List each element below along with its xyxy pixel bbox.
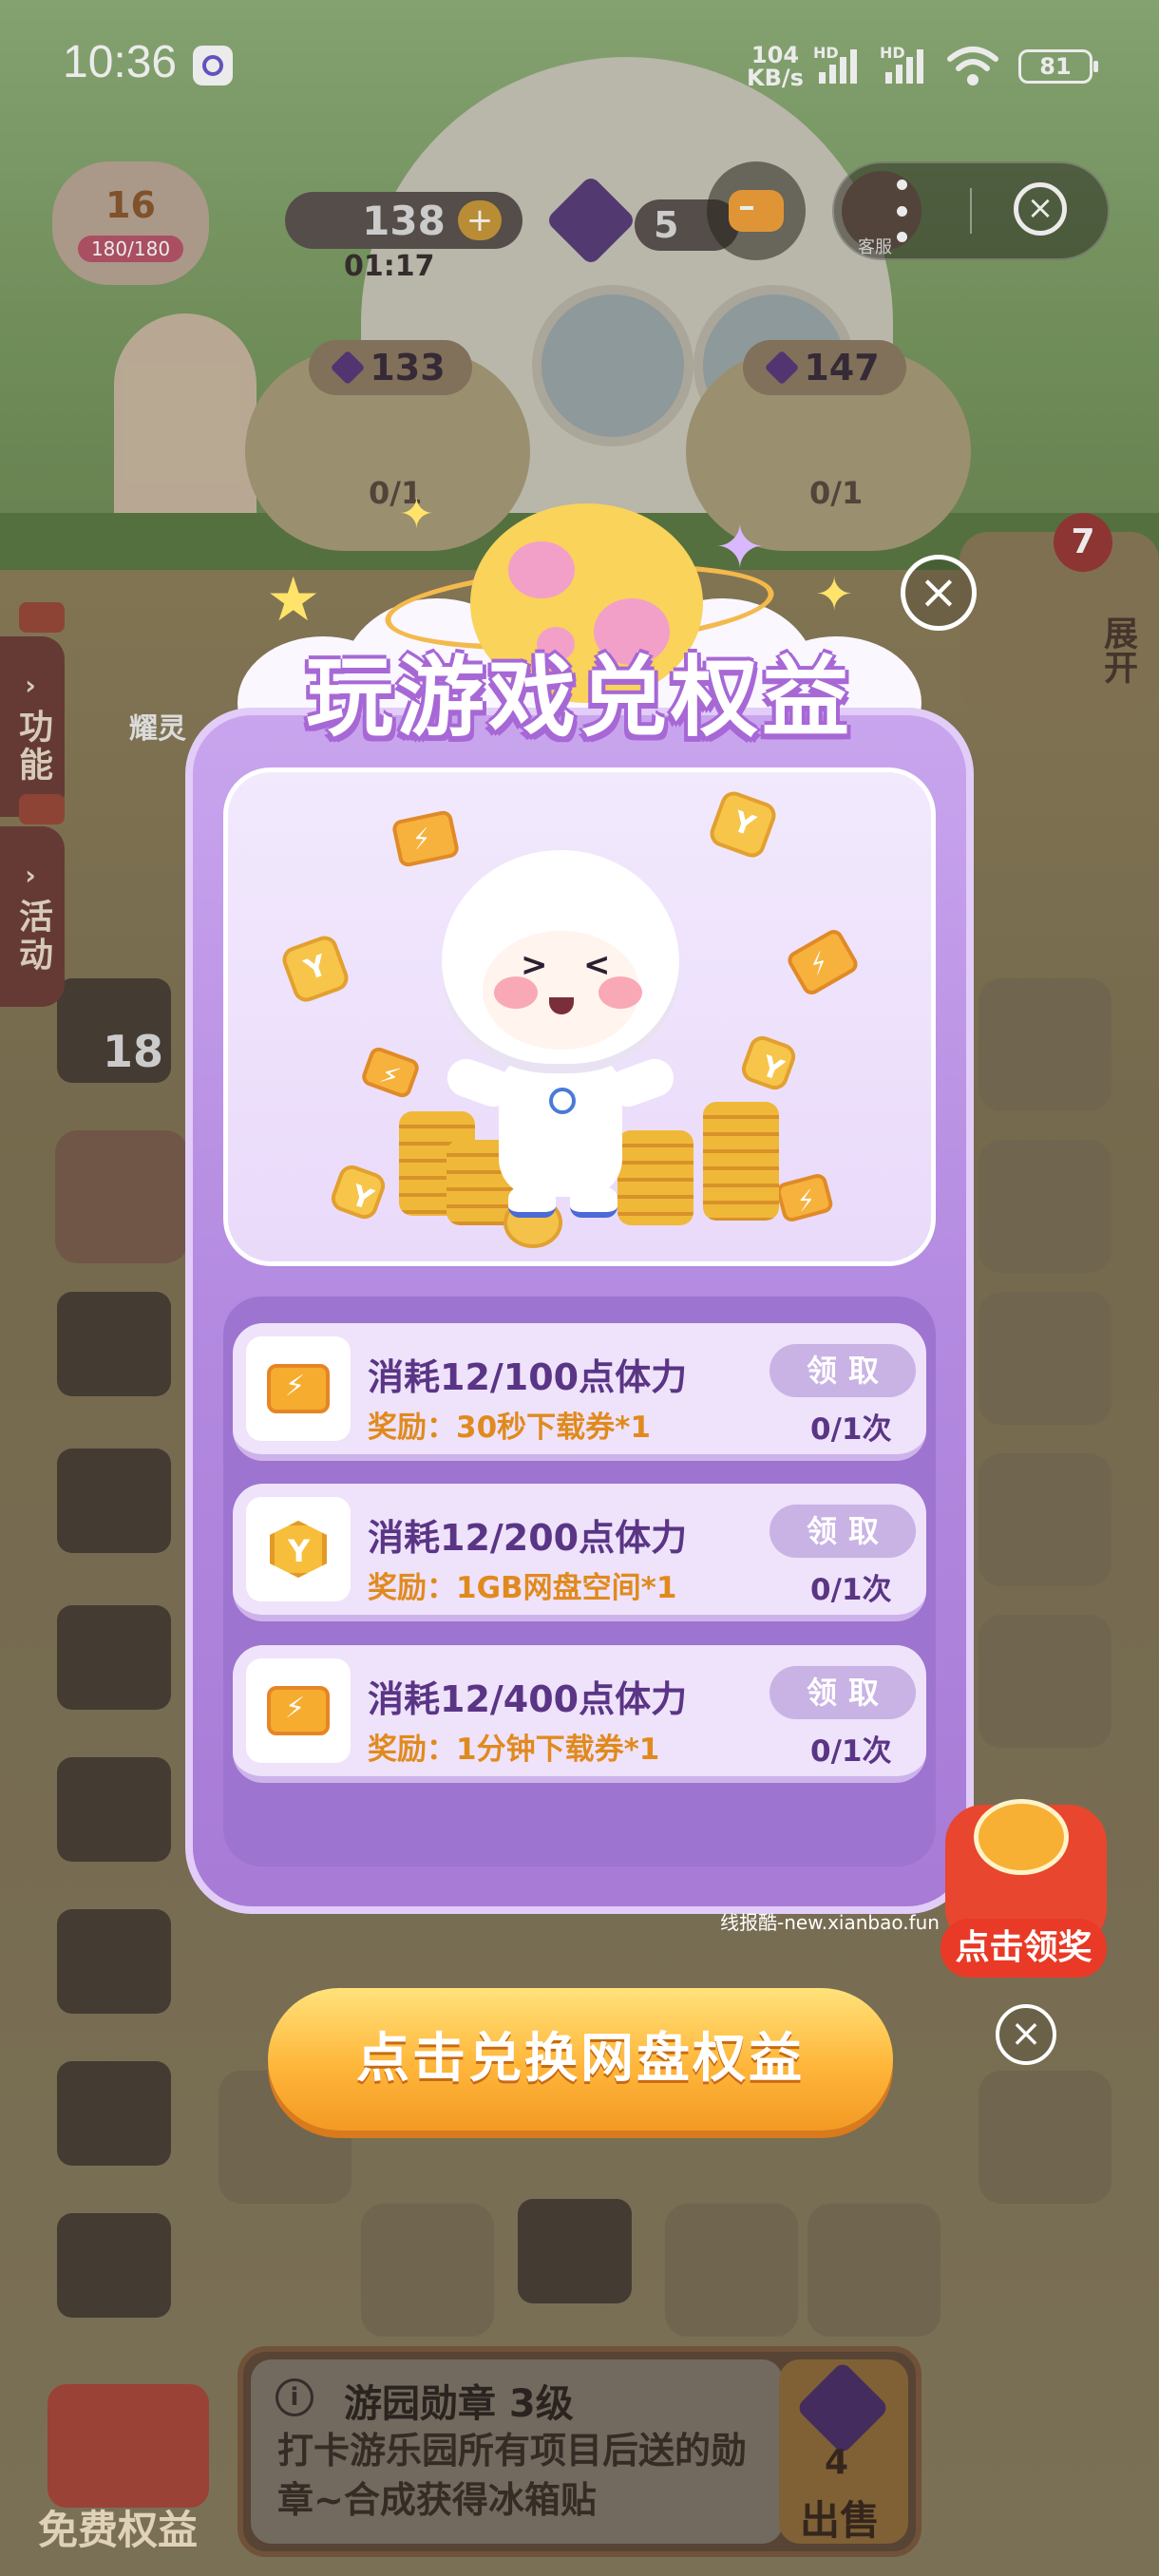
- claim-button[interactable]: 领取: [770, 1344, 916, 1397]
- reward-row: 消耗12/100点体力 奖励：30秒下载券*1 领取 0/1次: [233, 1323, 926, 1461]
- mascot-foot: [508, 1187, 556, 1218]
- reward-icon-box: [246, 1658, 351, 1763]
- exchange-benefit-button[interactable]: 点击兑换网盘权益: [268, 1988, 893, 2131]
- claim-count: 0/1次: [810, 1412, 892, 1447]
- reward-condition: 消耗12/400点体力: [368, 1678, 688, 1720]
- star-icon: ✦: [399, 490, 434, 539]
- reward-description: 奖励：1分钟下载券*1: [368, 1733, 660, 1767]
- watermark-text: 线报酷-new.xianbao.fun: [720, 1911, 940, 1934]
- hex-coin-icon: [270, 1521, 327, 1578]
- close-floating-reward-button[interactable]: ×: [996, 2004, 1056, 2065]
- mascot-body: [499, 1054, 622, 1197]
- ticket-icon: [267, 1364, 330, 1413]
- reward-description: 奖励：1GB网盘空间*1: [368, 1571, 677, 1605]
- modal-title: 玩游戏兑权益: [305, 647, 853, 748]
- reward-row: 消耗12/400点体力 奖励：1分钟下载券*1 领取 0/1次: [233, 1645, 926, 1783]
- reward-icon-box: [246, 1336, 351, 1441]
- mascot-foot: [570, 1187, 618, 1218]
- star-icon: ✦: [714, 513, 766, 583]
- star-icon: ✦: [815, 568, 854, 621]
- cloud-logo-icon: [549, 1088, 576, 1114]
- ticket-icon: [267, 1686, 330, 1735]
- reward-description: 奖励：30秒下载券*1: [368, 1411, 651, 1445]
- floating-reward-label[interactable]: 点击领奖: [940, 1919, 1107, 1978]
- claim-count: 0/1次: [810, 1734, 892, 1769]
- reward-row: 消耗12/200点体力 奖励：1GB网盘空间*1 领取 0/1次: [233, 1484, 926, 1621]
- reward-condition: 消耗12/200点体力: [368, 1517, 688, 1559]
- reward-condition: 消耗12/100点体力: [368, 1356, 688, 1398]
- claim-count: 0/1次: [810, 1573, 892, 1607]
- coin-icon: [974, 1799, 1069, 1875]
- mascot-eye: <: [583, 946, 611, 984]
- mascot-eye: >: [521, 946, 548, 984]
- claim-button[interactable]: 领取: [770, 1666, 916, 1719]
- reward-icon-box: [246, 1497, 351, 1601]
- coin-stack: [618, 1130, 694, 1225]
- coin-stack: [703, 1102, 779, 1221]
- close-modal-button[interactable]: ×: [901, 555, 977, 631]
- claim-button[interactable]: 领取: [770, 1505, 916, 1558]
- star-icon: ★: [266, 565, 321, 635]
